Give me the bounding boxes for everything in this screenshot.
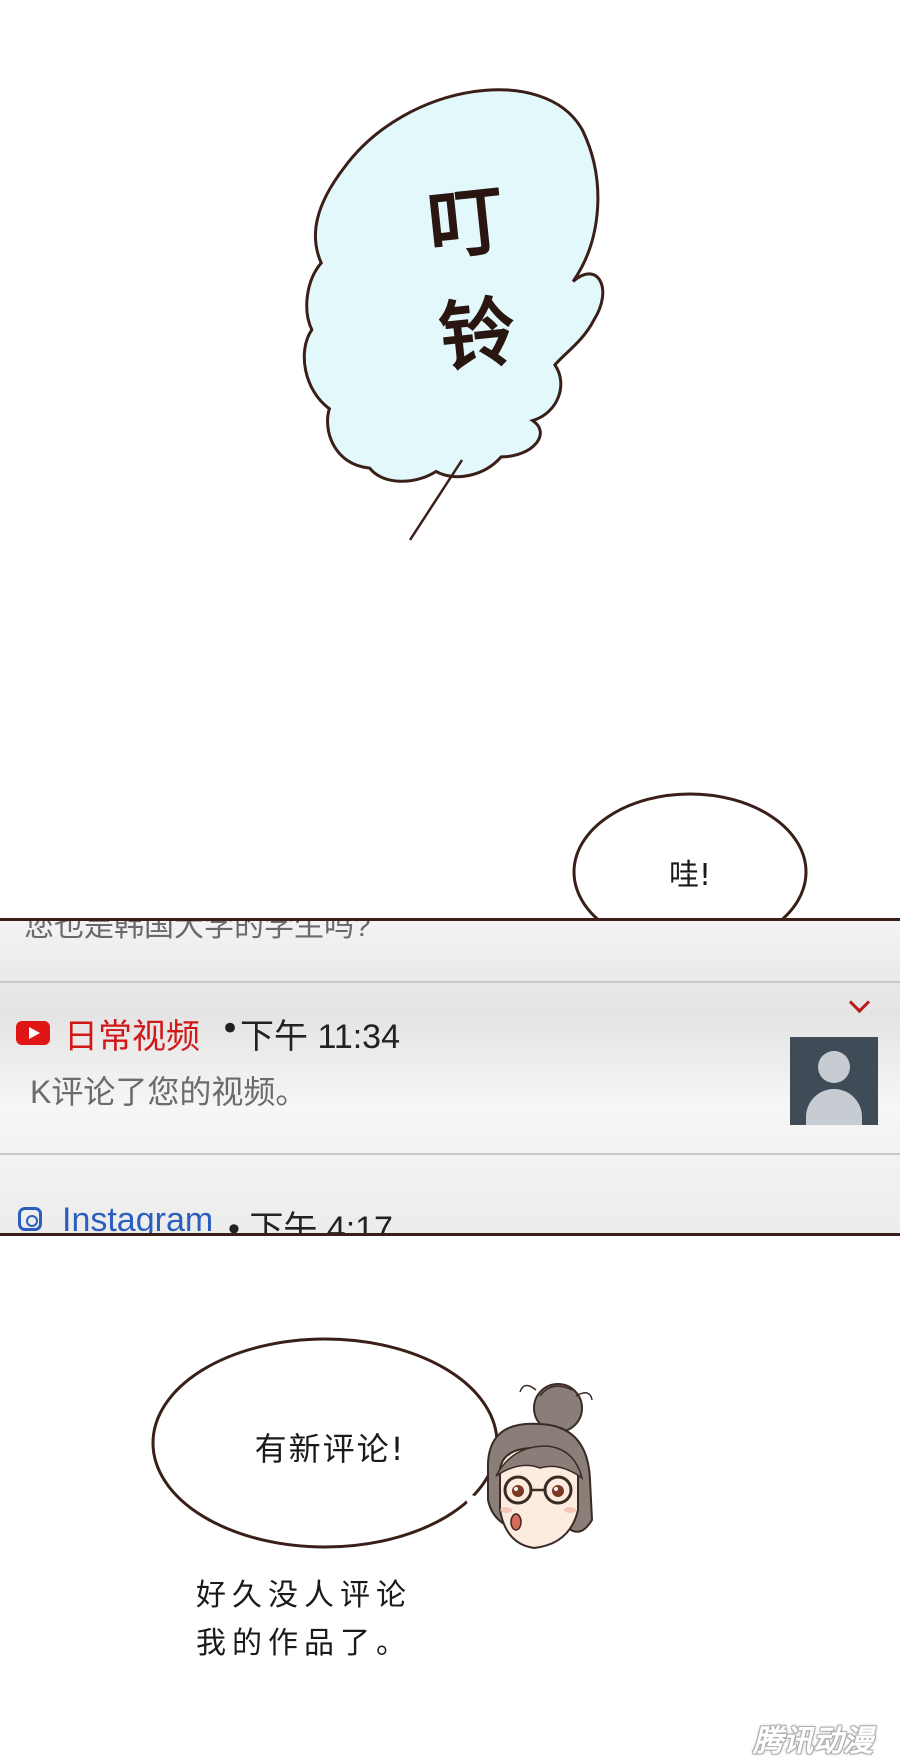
caption-line-2: 我的作品了。 [196, 1626, 412, 1661]
avatar [790, 1037, 878, 1125]
notification-panel: 您也是韩国大学的学生吗? 日常视频 • 下午 11:34 K评论了您的视频。 I… [0, 918, 900, 1236]
avatar-body [806, 1089, 862, 1125]
app-name: 日常视频 [64, 1018, 200, 1056]
caption-line-1: 好久没人评论 [196, 1578, 412, 1613]
notification-time: • 下午 4:17 [228, 1210, 393, 1236]
caption: 好久没人评论 我的作品了。 [196, 1572, 412, 1668]
girl-character [486, 1383, 594, 1550]
youtube-notification[interactable]: 日常视频 • 下午 11:34 K评论了您的视频。 [0, 981, 900, 1110]
sfx-line-2: 铃 [435, 286, 520, 383]
new-comment-bubble-text: 有新评论! [254, 1430, 406, 1468]
chevron-down-icon[interactable] [847, 1226, 866, 1233]
notification-time: 下午 11:34 [240, 1018, 401, 1056]
avatar-head [818, 1051, 850, 1083]
wah-bubble-text: 哇! [668, 858, 712, 893]
app-name: Instagram [62, 1201, 214, 1236]
instagram-icon [18, 1207, 42, 1231]
youtube-icon [16, 1021, 50, 1045]
separator-bullet: • [220, 1009, 241, 1049]
divider [0, 1153, 900, 1155]
previous-notification-text: 您也是韩国大学的学生吗? [24, 918, 371, 943]
watermark: 腾讯动漫 [753, 1724, 873, 1759]
sfx-line-1: 叮 [423, 174, 509, 272]
notification-message: K评论了您的视频。 [30, 1074, 308, 1110]
